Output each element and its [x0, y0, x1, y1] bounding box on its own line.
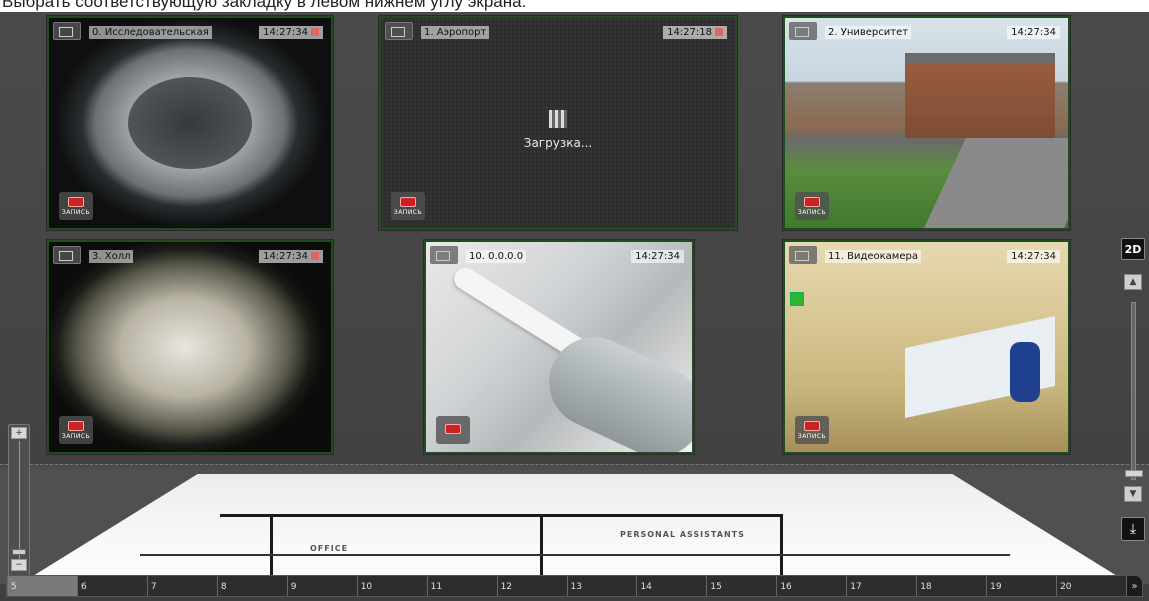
camera-tile-2[interactable]: 2. Университет 14:27:34 ЗАПИСЬ: [783, 16, 1070, 230]
loading-icon: [549, 110, 567, 128]
camera-time: 14:27:34: [1007, 250, 1060, 263]
view-2d-button[interactable]: 2D: [1121, 238, 1145, 260]
camera-name: 10. 0.0.0.0: [466, 250, 527, 263]
tab-16[interactable]: 16: [776, 576, 847, 596]
camera-icon[interactable]: [789, 246, 817, 264]
record-button[interactable]: ЗАПИСЬ: [59, 192, 93, 220]
record-button[interactable]: ЗАПИСЬ: [795, 416, 829, 444]
record-icon: [804, 196, 820, 207]
camera-icon[interactable]: [53, 22, 81, 40]
record-button[interactable]: [436, 416, 470, 444]
camera-tile-0[interactable]: 0. Исследовательская 14:27:34 ЗАПИСЬ: [47, 16, 333, 230]
camera-name: 0. Исследовательская: [89, 26, 212, 39]
camera-icon[interactable]: [53, 246, 81, 264]
camera-time: 14:27:34: [259, 250, 323, 263]
record-button[interactable]: ЗАПИСЬ: [391, 192, 425, 220]
scroll-up-button[interactable]: ▲: [1124, 274, 1142, 290]
zoom-track[interactable]: [19, 441, 20, 561]
tab-8[interactable]: 8: [216, 576, 287, 596]
record-icon: [68, 420, 84, 431]
camera-icon[interactable]: [430, 246, 458, 264]
tab-9[interactable]: 9: [286, 576, 357, 596]
video-surveillance-workspace: 0. Исследовательская 14:27:34 ЗАПИСЬ 1. …: [0, 12, 1149, 601]
vertical-scroll-track[interactable]: [1131, 302, 1136, 480]
tab-19[interactable]: 19: [986, 576, 1057, 596]
record-button[interactable]: ЗАПИСЬ: [795, 192, 829, 220]
tab-5[interactable]: 5: [7, 576, 77, 596]
record-icon: [68, 196, 84, 207]
camera-name: 1. Аэропорт: [421, 26, 490, 39]
camera-name: 2. Университет: [825, 26, 912, 39]
tab-13[interactable]: 13: [566, 576, 637, 596]
tab-7[interactable]: 7: [146, 576, 217, 596]
record-button[interactable]: ЗАПИСЬ: [59, 416, 93, 444]
record-label: ЗАПИСЬ: [797, 208, 827, 216]
floor-plan[interactable]: OFFICE PERSONAL ASSISTANTS: [20, 474, 1130, 584]
record-icon: [400, 196, 416, 207]
camera-tile-11[interactable]: 11. Видеокамера 14:27:34 ЗАПИСЬ: [783, 240, 1070, 454]
tab-6[interactable]: 6: [76, 576, 147, 596]
record-icon: [804, 420, 820, 431]
tab-11[interactable]: 11: [426, 576, 497, 596]
tab-10[interactable]: 10: [356, 576, 427, 596]
timeline-tabs: 5 6 7 8 9 10 11 12 13 14 15 16 17 18 19 …: [6, 575, 1143, 597]
camera-time: 14:27:18: [663, 26, 727, 39]
camera-name: 11. Видеокамера: [825, 250, 921, 263]
tab-17[interactable]: 17: [846, 576, 917, 596]
page-caption: Выбрать соответствующую закладку в левом…: [0, 0, 1149, 12]
camera-icon[interactable]: [385, 22, 413, 40]
camera-time: 14:27:34: [631, 250, 684, 263]
loading-text: Загрузка...: [523, 136, 593, 150]
record-label: ЗАПИСЬ: [61, 208, 91, 216]
close-icon[interactable]: [715, 28, 723, 36]
tab-18[interactable]: 18: [916, 576, 987, 596]
tabs-next-button[interactable]: »: [1126, 576, 1142, 596]
zoom-thumb[interactable]: [12, 549, 26, 555]
tab-12[interactable]: 12: [496, 576, 567, 596]
camera-tile-10[interactable]: 10. 0.0.0.0 14:27:34: [424, 240, 694, 454]
scroll-down-button[interactable]: ▼: [1124, 486, 1142, 502]
close-icon[interactable]: [311, 252, 319, 260]
close-icon[interactable]: [311, 28, 319, 36]
zoom-out-button[interactable]: −: [11, 559, 27, 571]
camera-time: 14:27:34: [259, 26, 323, 39]
zoom-slider[interactable]: + −: [8, 424, 30, 584]
tab-20[interactable]: 20: [1056, 576, 1126, 596]
camera-tile-1[interactable]: 1. Аэропорт 14:27:18 Загрузка... ЗАПИСЬ: [379, 16, 737, 230]
record-label: ЗАПИСЬ: [393, 208, 423, 216]
tab-15[interactable]: 15: [706, 576, 777, 596]
layout-toggle-button[interactable]: ⤓: [1121, 517, 1145, 541]
record-label: ЗАПИСЬ: [797, 432, 827, 440]
camera-name: 3. Холл: [89, 250, 134, 263]
plan-label-office: OFFICE: [310, 544, 349, 553]
tab-14[interactable]: 14: [636, 576, 707, 596]
camera-time: 14:27:34: [1007, 26, 1060, 39]
plan-label-assistants: PERSONAL ASSISTANTS: [620, 530, 745, 539]
ptz-icon[interactable]: [790, 292, 804, 306]
record-icon: [445, 424, 461, 434]
camera-tile-3[interactable]: 3. Холл 14:27:34 ЗАПИСЬ: [47, 240, 333, 454]
record-label: ЗАПИСЬ: [61, 432, 91, 440]
vertical-scroll-thumb[interactable]: [1125, 470, 1143, 477]
zoom-in-button[interactable]: +: [11, 427, 27, 439]
camera-icon[interactable]: [789, 22, 817, 40]
